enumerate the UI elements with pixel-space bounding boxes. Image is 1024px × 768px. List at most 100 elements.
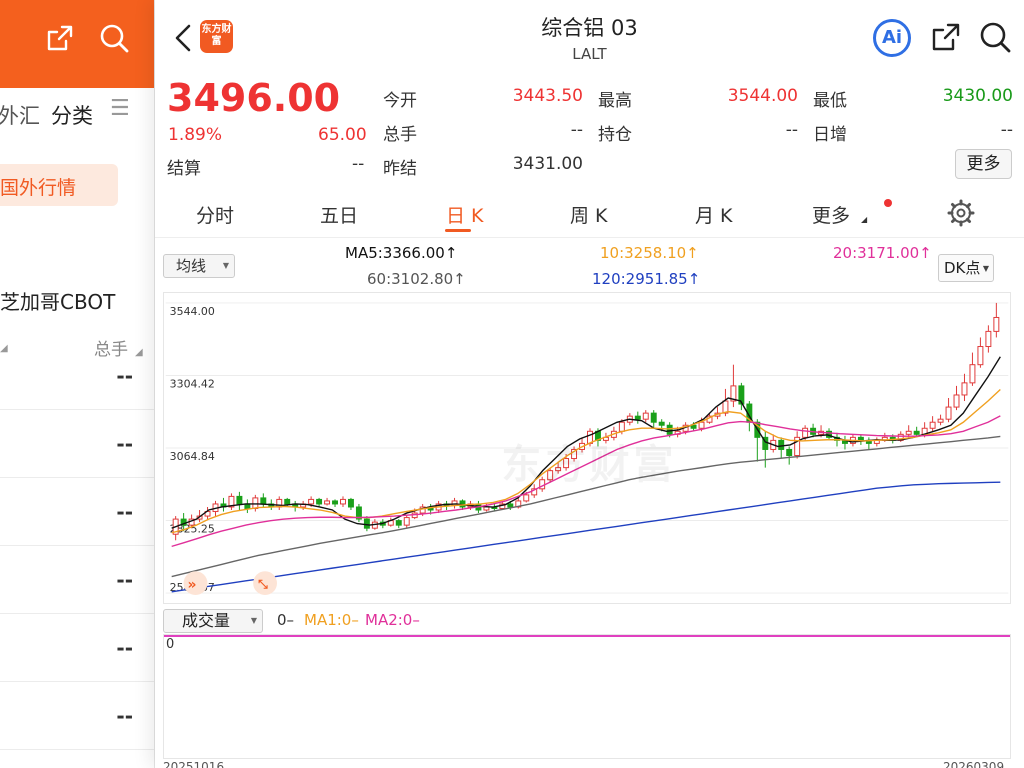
candle-body	[650, 412, 657, 423]
candle-body	[937, 418, 944, 423]
settle-value: --	[352, 154, 365, 174]
candle-body	[642, 412, 649, 420]
expand-icon: ⤡	[258, 577, 268, 591]
candle-body	[347, 498, 354, 508]
candle-body	[857, 436, 864, 441]
list-item[interactable]: --	[0, 410, 154, 478]
tab-more[interactable]: 更多	[812, 201, 850, 228]
tab-daily-k[interactable]: 日 K	[446, 201, 484, 228]
ma-line-ma120	[171, 481, 1001, 593]
candle-body	[618, 421, 625, 432]
kline-chart[interactable]: 3544.003304.423064.842825.252585.67»⤡	[163, 292, 1011, 604]
left-tab-bar: 外汇 分类 ☰	[0, 88, 154, 140]
candle-body	[698, 421, 705, 429]
list-item[interactable]: --	[0, 614, 154, 682]
candle-body	[324, 500, 331, 505]
detail-header: 东方财富 综合铝 03 LALT Ai	[155, 0, 1024, 74]
search-icon[interactable]	[978, 20, 1012, 54]
candle-body	[802, 427, 809, 438]
dk-point-selector[interactable]: DK点	[938, 254, 994, 282]
low-label: 最低	[813, 91, 847, 111]
candle-body	[977, 346, 984, 366]
y-tick-label: 3544.00	[170, 305, 215, 318]
candle-body	[634, 415, 641, 420]
candle-body	[658, 421, 665, 426]
ai-assistant-button[interactable]: Ai	[873, 19, 911, 57]
list-item[interactable]: --	[0, 478, 154, 546]
candle-body	[913, 430, 920, 435]
prev-settle-label: 昨结	[383, 159, 417, 179]
y-tick-label: 3304.42	[170, 377, 215, 390]
candle-body	[985, 330, 992, 348]
candle-body	[993, 316, 1000, 332]
list-item-value: --	[116, 432, 133, 456]
tab-category[interactable]: 分类	[51, 100, 93, 130]
gear-icon[interactable]	[946, 198, 976, 228]
volume-zero-label: 0	[166, 637, 175, 652]
low-value: 3430.00	[942, 86, 1013, 106]
period-tabs: 分时 五日 日 K 周 K 月 K 更多 ◢	[155, 184, 1024, 238]
candle-body	[786, 448, 793, 457]
ma120-value: 120:2951.85↑	[592, 270, 701, 288]
notification-dot	[884, 199, 892, 207]
share-icon[interactable]	[929, 20, 963, 54]
ma-selector[interactable]: 均线	[163, 254, 235, 278]
change-percent: 1.89%	[168, 125, 223, 145]
volume-value: --	[570, 120, 583, 140]
daily-increase-value: --	[1000, 120, 1013, 140]
chip-foreign-market[interactable]: 国外行情	[0, 164, 118, 206]
candle-body	[363, 518, 370, 529]
exchange-label[interactable]: 芝加哥CBOT	[0, 286, 115, 315]
candle-body	[236, 495, 243, 505]
candle-body	[961, 382, 968, 396]
open-label: 今开	[383, 91, 417, 111]
candle-body	[308, 498, 315, 505]
volume-selector[interactable]: 成交量	[163, 609, 263, 633]
candle-body	[403, 517, 410, 526]
ma-indicator-row: 均线 MA5:3366.00↑ 10:3258.10↑ 20:3171.00↑ …	[155, 238, 1024, 290]
tab-more-caret-icon: ◢	[861, 215, 868, 224]
share-icon[interactable]	[44, 22, 76, 54]
list-item[interactable]: --	[0, 682, 154, 750]
candle-body	[316, 498, 323, 505]
volume-chart[interactable]: 0	[163, 634, 1011, 759]
tab-forex[interactable]: 外汇	[0, 100, 40, 130]
open-value: 3443.50	[512, 86, 583, 106]
candle-body	[395, 520, 402, 526]
date-start-label: 20251016	[163, 760, 225, 768]
list-item-value: --	[116, 364, 133, 388]
list-item-value: --	[116, 704, 133, 728]
volume-value: 0–	[277, 611, 295, 629]
app-root: 外汇 分类 ☰ 国外行情 芝加哥CBOT ◢ 总手 ◢ -- -- -- -- …	[0, 0, 1024, 768]
quote-summary: 3496.00 1.89% 65.00 结算 -- 今开 3443.50 最高 …	[155, 74, 1024, 184]
quote-detail-panel: 东方财富 综合铝 03 LALT Ai 3496.00 1.89% 65.00 …	[155, 0, 1024, 768]
ma-line-ma10	[171, 388, 1001, 534]
double-chevron-icon: »	[188, 577, 197, 593]
left-market-panel: 外汇 分类 ☰ 国外行情 芝加哥CBOT ◢ 总手 ◢ -- -- -- -- …	[0, 0, 155, 768]
tab-five-day[interactable]: 五日	[320, 201, 358, 228]
candle-body	[547, 470, 554, 481]
tab-weekly-k[interactable]: 周 K	[570, 201, 608, 228]
list-item[interactable]: --	[0, 546, 154, 614]
candle-body	[945, 406, 952, 420]
candle-body	[284, 498, 291, 505]
search-icon[interactable]	[98, 22, 130, 54]
candle-body	[778, 439, 785, 450]
candle-body	[252, 497, 259, 509]
candle-body	[340, 498, 346, 505]
menu-icon[interactable]: ☰	[110, 96, 130, 121]
ma10-value: 10:3258.10↑	[600, 244, 699, 262]
ma60-value: 60:3102.80↑	[367, 270, 466, 288]
chip-label: 国外行情	[0, 177, 77, 199]
settle-label: 结算	[167, 159, 201, 179]
candle-body	[555, 467, 562, 472]
tab-intraday[interactable]: 分时	[196, 201, 234, 228]
tab-monthly-k[interactable]: 月 K	[695, 201, 733, 228]
prev-settle-value: 3431.00	[512, 154, 583, 174]
more-fields-button[interactable]: 更多	[955, 149, 1012, 179]
list-item-value: --	[116, 568, 133, 592]
list-item[interactable]: --	[0, 342, 154, 410]
ma-line-ma20	[171, 415, 1001, 548]
open-interest-label: 持仓	[598, 125, 632, 145]
candle-body	[969, 364, 976, 384]
